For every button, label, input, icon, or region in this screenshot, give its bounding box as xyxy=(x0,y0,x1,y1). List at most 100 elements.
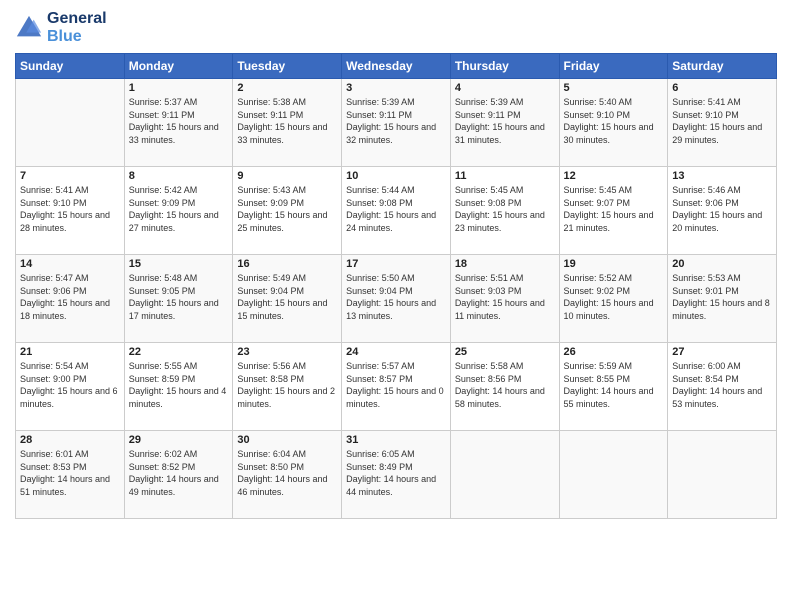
sunset: Sunset: 8:57 PM xyxy=(346,374,413,384)
day-info: Sunrise: 5:51 AM Sunset: 9:03 PM Dayligh… xyxy=(455,272,555,322)
day-number: 15 xyxy=(129,258,229,270)
weekday-header: Friday xyxy=(559,54,668,79)
sunset: Sunset: 9:07 PM xyxy=(564,198,631,208)
sunset: Sunset: 9:10 PM xyxy=(20,198,87,208)
daylight: Daylight: 15 hours and 21 minutes. xyxy=(564,210,654,233)
day-number: 7 xyxy=(20,170,120,182)
day-info: Sunrise: 5:45 AM Sunset: 9:07 PM Dayligh… xyxy=(564,184,664,234)
sunset: Sunset: 9:08 PM xyxy=(346,198,413,208)
day-info: Sunrise: 5:49 AM Sunset: 9:04 PM Dayligh… xyxy=(237,272,337,322)
calendar-cell: 24 Sunrise: 5:57 AM Sunset: 8:57 PM Dayl… xyxy=(342,343,451,431)
calendar-cell: 21 Sunrise: 5:54 AM Sunset: 9:00 PM Dayl… xyxy=(16,343,125,431)
calendar-cell: 9 Sunrise: 5:43 AM Sunset: 9:09 PM Dayli… xyxy=(233,167,342,255)
sunset: Sunset: 9:02 PM xyxy=(564,286,631,296)
day-number: 16 xyxy=(237,258,337,270)
sunset: Sunset: 9:06 PM xyxy=(672,198,739,208)
day-number: 21 xyxy=(20,346,120,358)
daylight: Daylight: 14 hours and 55 minutes. xyxy=(564,386,654,409)
day-number: 4 xyxy=(455,82,555,94)
day-info: Sunrise: 5:42 AM Sunset: 9:09 PM Dayligh… xyxy=(129,184,229,234)
daylight: Daylight: 15 hours and 20 minutes. xyxy=(672,210,762,233)
daylight: Daylight: 14 hours and 49 minutes. xyxy=(129,474,219,497)
sunrise: Sunrise: 5:37 AM xyxy=(129,97,198,107)
sunset: Sunset: 8:52 PM xyxy=(129,462,196,472)
calendar-cell xyxy=(559,431,668,519)
header: General Blue xyxy=(15,10,777,45)
sunrise: Sunrise: 5:39 AM xyxy=(455,97,524,107)
day-number: 10 xyxy=(346,170,446,182)
sunrise: Sunrise: 5:46 AM xyxy=(672,185,741,195)
day-info: Sunrise: 5:58 AM Sunset: 8:56 PM Dayligh… xyxy=(455,360,555,410)
day-number: 3 xyxy=(346,82,446,94)
day-info: Sunrise: 5:39 AM Sunset: 9:11 PM Dayligh… xyxy=(455,96,555,146)
day-info: Sunrise: 5:38 AM Sunset: 9:11 PM Dayligh… xyxy=(237,96,337,146)
daylight: Daylight: 15 hours and 24 minutes. xyxy=(346,210,436,233)
calendar-cell xyxy=(450,431,559,519)
sunrise: Sunrise: 5:42 AM xyxy=(129,185,198,195)
day-info: Sunrise: 5:43 AM Sunset: 9:09 PM Dayligh… xyxy=(237,184,337,234)
sunset: Sunset: 8:55 PM xyxy=(564,374,631,384)
calendar-cell: 31 Sunrise: 6:05 AM Sunset: 8:49 PM Dayl… xyxy=(342,431,451,519)
day-number: 31 xyxy=(346,434,446,446)
day-number: 25 xyxy=(455,346,555,358)
day-info: Sunrise: 5:41 AM Sunset: 9:10 PM Dayligh… xyxy=(672,96,772,146)
day-info: Sunrise: 6:01 AM Sunset: 8:53 PM Dayligh… xyxy=(20,448,120,498)
daylight: Daylight: 15 hours and 18 minutes. xyxy=(20,298,110,321)
sunrise: Sunrise: 5:53 AM xyxy=(672,273,741,283)
calendar-cell: 28 Sunrise: 6:01 AM Sunset: 8:53 PM Dayl… xyxy=(16,431,125,519)
calendar-cell: 18 Sunrise: 5:51 AM Sunset: 9:03 PM Dayl… xyxy=(450,255,559,343)
calendar-cell: 27 Sunrise: 6:00 AM Sunset: 8:54 PM Dayl… xyxy=(668,343,777,431)
day-number: 27 xyxy=(672,346,772,358)
sunset: Sunset: 9:10 PM xyxy=(564,110,631,120)
sunset: Sunset: 9:11 PM xyxy=(455,110,521,120)
logo-text-line1: General xyxy=(47,10,107,28)
sunset: Sunset: 8:54 PM xyxy=(672,374,739,384)
calendar-cell: 13 Sunrise: 5:46 AM Sunset: 9:06 PM Dayl… xyxy=(668,167,777,255)
calendar-table: SundayMondayTuesdayWednesdayThursdayFrid… xyxy=(15,53,777,519)
sunset: Sunset: 9:10 PM xyxy=(672,110,739,120)
sunrise: Sunrise: 5:49 AM xyxy=(237,273,306,283)
calendar-cell xyxy=(16,79,125,167)
calendar-cell xyxy=(668,431,777,519)
daylight: Daylight: 15 hours and 32 minutes. xyxy=(346,122,436,145)
day-info: Sunrise: 5:41 AM Sunset: 9:10 PM Dayligh… xyxy=(20,184,120,234)
sunset: Sunset: 9:11 PM xyxy=(237,110,303,120)
day-info: Sunrise: 5:59 AM Sunset: 8:55 PM Dayligh… xyxy=(564,360,664,410)
daylight: Daylight: 15 hours and 30 minutes. xyxy=(564,122,654,145)
calendar-week-row: 14 Sunrise: 5:47 AM Sunset: 9:06 PM Dayl… xyxy=(16,255,777,343)
weekday-header: Tuesday xyxy=(233,54,342,79)
day-number: 6 xyxy=(672,82,772,94)
daylight: Daylight: 15 hours and 6 minutes. xyxy=(20,386,118,409)
sunrise: Sunrise: 5:57 AM xyxy=(346,361,415,371)
day-number: 26 xyxy=(564,346,664,358)
daylight: Daylight: 15 hours and 33 minutes. xyxy=(237,122,327,145)
day-info: Sunrise: 6:05 AM Sunset: 8:49 PM Dayligh… xyxy=(346,448,446,498)
sunset: Sunset: 9:06 PM xyxy=(20,286,87,296)
weekday-header: Thursday xyxy=(450,54,559,79)
calendar-page: General Blue SundayMondayTuesdayWednesda… xyxy=(0,0,792,612)
sunrise: Sunrise: 5:45 AM xyxy=(455,185,524,195)
day-info: Sunrise: 5:48 AM Sunset: 9:05 PM Dayligh… xyxy=(129,272,229,322)
sunset: Sunset: 9:04 PM xyxy=(346,286,413,296)
calendar-cell: 25 Sunrise: 5:58 AM Sunset: 8:56 PM Dayl… xyxy=(450,343,559,431)
sunset: Sunset: 9:05 PM xyxy=(129,286,196,296)
sunrise: Sunrise: 6:04 AM xyxy=(237,449,306,459)
day-number: 5 xyxy=(564,82,664,94)
calendar-cell: 2 Sunrise: 5:38 AM Sunset: 9:11 PM Dayli… xyxy=(233,79,342,167)
daylight: Daylight: 14 hours and 51 minutes. xyxy=(20,474,110,497)
logo-text-line2: Blue xyxy=(47,28,107,46)
calendar-cell: 14 Sunrise: 5:47 AM Sunset: 9:06 PM Dayl… xyxy=(16,255,125,343)
calendar-cell: 3 Sunrise: 5:39 AM Sunset: 9:11 PM Dayli… xyxy=(342,79,451,167)
day-number: 11 xyxy=(455,170,555,182)
sunset: Sunset: 8:56 PM xyxy=(455,374,522,384)
sunrise: Sunrise: 5:59 AM xyxy=(564,361,633,371)
sunrise: Sunrise: 5:50 AM xyxy=(346,273,415,283)
sunset: Sunset: 8:50 PM xyxy=(237,462,304,472)
day-info: Sunrise: 6:02 AM Sunset: 8:52 PM Dayligh… xyxy=(129,448,229,498)
day-number: 28 xyxy=(20,434,120,446)
sunset: Sunset: 9:11 PM xyxy=(129,110,195,120)
day-number: 19 xyxy=(564,258,664,270)
calendar-cell: 22 Sunrise: 5:55 AM Sunset: 8:59 PM Dayl… xyxy=(124,343,233,431)
sunrise: Sunrise: 6:05 AM xyxy=(346,449,415,459)
weekday-header: Monday xyxy=(124,54,233,79)
